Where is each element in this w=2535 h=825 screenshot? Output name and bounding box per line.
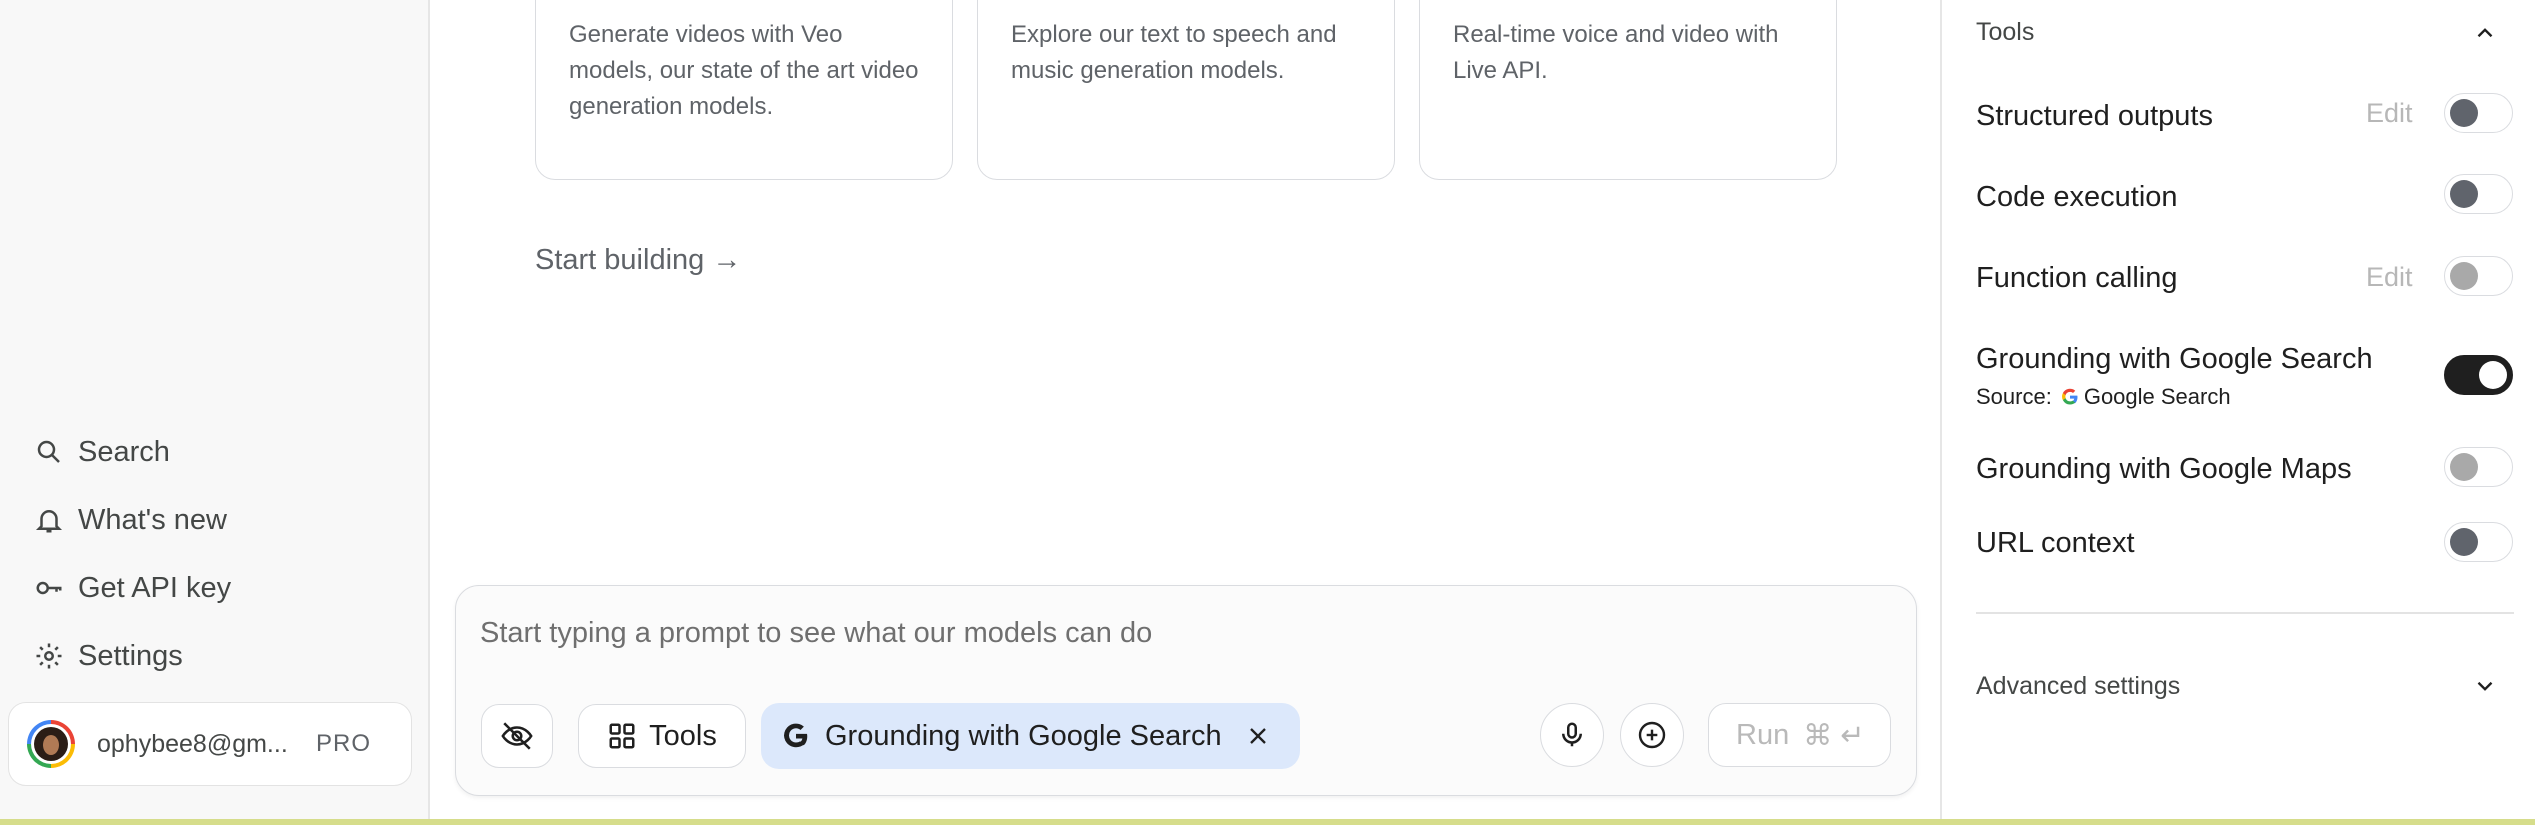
avatar (27, 720, 75, 768)
search-icon (37, 440, 60, 463)
chevron-down-icon[interactable] (2472, 673, 2498, 699)
grounding-google-maps-toggle[interactable] (2444, 447, 2513, 487)
run-settings-panel: Tools Structured outputs Edit Code execu… (1940, 0, 2535, 819)
prompt-box: Tools Grounding with Google Search Run ⌘… (455, 585, 1917, 796)
plan-badge: PRO (315, 730, 371, 757)
run-shortcut: ⌘ ↵ (1803, 719, 1865, 752)
close-icon[interactable] (1244, 722, 1272, 750)
structured-outputs-edit-button[interactable]: Edit (2366, 98, 2413, 129)
sidebar-item-label: Search (78, 435, 170, 468)
sidebar-item-whats-new[interactable]: What's new (34, 494, 227, 546)
code-execution-toggle[interactable] (2444, 174, 2513, 214)
live-api-card[interactable]: Real-time voice and video with Live API. (1419, 0, 1837, 180)
microphone-button[interactable] (1540, 703, 1604, 767)
tools-label: Tools (649, 719, 717, 752)
google-logo-icon (2061, 388, 2078, 405)
grounding-search-chip[interactable]: Grounding with Google Search (761, 703, 1300, 769)
sidebar-item-label: Get API key (78, 571, 232, 604)
function-calling-label: Function calling (1976, 262, 2178, 294)
code-execution-label: Code execution (1976, 181, 2178, 213)
source-value: Google Search (2083, 384, 2231, 409)
account-button[interactable]: ophybee8@gm... PRO (8, 702, 412, 786)
card-description: Real-time voice and video with Live API. (1453, 21, 1779, 84)
google-g-icon (784, 723, 808, 748)
grid-icon (609, 723, 635, 749)
function-calling-edit-button[interactable]: Edit (2366, 262, 2413, 293)
card-description: Explore our text to speech and music gen… (1011, 21, 1337, 84)
structured-outputs-toggle[interactable] (2444, 93, 2513, 133)
chip-label: Grounding with Google Search (825, 719, 1222, 752)
gear-icon (36, 643, 62, 669)
source-label: Source: (1976, 384, 2052, 409)
advanced-settings-toggle[interactable]: Advanced settings (1976, 672, 2180, 701)
veo-card[interactable]: Generate videos with Veo models, our sta… (535, 0, 953, 180)
grounding-google-search-label: Grounding with Google Search (1976, 343, 2373, 375)
key-icon (36, 581, 62, 595)
hide-button[interactable] (481, 704, 553, 768)
structured-outputs-label: Structured outputs (1976, 100, 2213, 132)
grounding-source: Source: Google Search (1976, 384, 2231, 410)
speech-music-card[interactable]: Explore our text to speech and music gen… (977, 0, 1395, 180)
run-label: Run (1736, 718, 1790, 751)
prompt-input[interactable] (480, 610, 1860, 656)
url-context-toggle[interactable] (2444, 522, 2513, 562)
sidebar-item-label: Settings (78, 639, 183, 672)
run-button[interactable]: Run ⌘ ↵ (1708, 703, 1891, 767)
left-sidebar: Search What's new Get API key Settings o… (0, 0, 430, 819)
grounding-google-maps-label: Grounding with Google Maps (1976, 453, 2352, 485)
url-context-label: URL context (1976, 527, 2135, 559)
add-button[interactable] (1620, 703, 1684, 767)
sidebar-item-search[interactable]: Search (34, 426, 170, 478)
eye-off-icon (501, 722, 533, 750)
account-email: ophybee8@gm... (97, 729, 288, 758)
plus-circle-icon (1638, 721, 1666, 749)
bottom-accent-bar (0, 819, 2535, 825)
grounding-google-search-toggle[interactable] (2444, 355, 2513, 395)
bell-icon (35, 510, 63, 533)
function-calling-toggle[interactable] (2444, 256, 2513, 296)
tools-section-heading: Tools (1976, 18, 2035, 46)
card-description: Generate videos with Veo models, our sta… (569, 21, 919, 120)
start-building-link[interactable]: Start building → (535, 244, 741, 277)
tools-button[interactable]: Tools (578, 704, 746, 768)
microphone-icon (1562, 722, 1582, 747)
divider (1976, 612, 2514, 614)
chevron-up-icon[interactable] (2472, 20, 2498, 46)
sidebar-item-label: What's new (78, 503, 227, 536)
sidebar-item-settings[interactable]: Settings (34, 630, 183, 682)
sidebar-item-get-api-key[interactable]: Get API key (34, 562, 231, 614)
